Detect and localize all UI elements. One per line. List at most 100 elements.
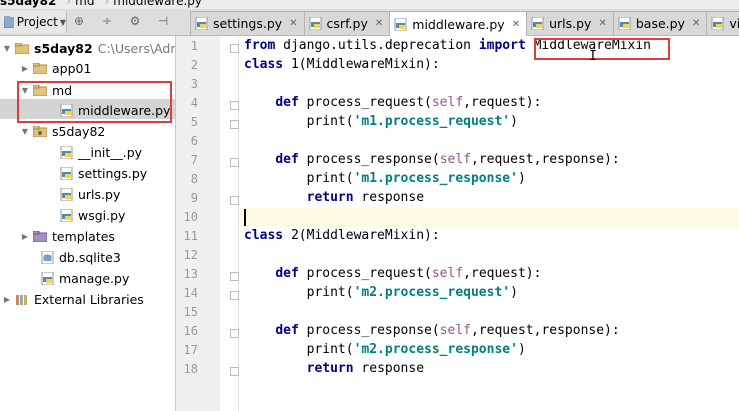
gear-icon[interactable]: ⚙ xyxy=(128,14,142,28)
tree-item-label: db.sqlite3 xyxy=(59,249,121,265)
chevron-down-icon: ▼ xyxy=(3,43,11,53)
line-number: 4 xyxy=(190,96,198,110)
breadcrumb-project[interactable]: s5day82 xyxy=(0,0,62,8)
line-number: 6 xyxy=(190,134,198,148)
collapse-icon[interactable]: ÷ xyxy=(100,14,114,28)
tree-item-label: __init__.py xyxy=(78,144,143,160)
fold-marker-icon[interactable] xyxy=(230,291,239,300)
tab-label: csrf.py xyxy=(326,16,368,31)
breadcrumb: s5day82 › md › middleware.py xyxy=(0,0,739,9)
code-line[interactable]: def process_response(self,request,respon… xyxy=(244,150,619,169)
libraries-icon xyxy=(16,294,27,305)
tree-item-label: s5day82 xyxy=(34,40,93,56)
breadcrumb-separator: › xyxy=(104,0,110,8)
project-view-selector[interactable]: Project ▼ xyxy=(0,11,67,33)
code-line[interactable]: class 2(MiddlewareMixin): xyxy=(244,226,440,245)
tree-item-wsgi[interactable]: wsgi.py xyxy=(60,205,125,225)
line-number: 16 xyxy=(183,324,198,338)
file-tabs: settings.py ✕ csrf.py ✕ middleware.py ✕ … xyxy=(190,11,739,36)
fold-marker-icon[interactable] xyxy=(230,272,239,281)
folder-icon xyxy=(33,62,47,74)
tree-item-urls[interactable]: urls.py xyxy=(60,184,120,204)
code-line[interactable]: print('m2.process_request') xyxy=(244,283,518,302)
fold-marker-icon[interactable] xyxy=(230,196,239,205)
database-file-icon xyxy=(41,250,54,264)
line-number: 15 xyxy=(183,305,198,319)
python-file-icon xyxy=(60,166,73,180)
tab-middleware[interactable]: middleware.py ✕ xyxy=(389,11,528,36)
hide-icon[interactable]: ⊣ xyxy=(156,14,170,28)
tree-item-s5day82-package[interactable]: ▼ s5day82 xyxy=(20,121,105,141)
python-file-icon xyxy=(60,145,73,159)
line-number: 18 xyxy=(183,362,198,376)
python-file-icon xyxy=(60,208,73,222)
highlight-box xyxy=(17,81,172,123)
tree-item-templates[interactable]: ▶ templates xyxy=(20,226,115,246)
line-number: 8 xyxy=(190,172,198,186)
fold-marker-icon[interactable] xyxy=(230,120,239,129)
code-line[interactable]: print('m2.process_response') xyxy=(244,340,526,359)
tree-item-label: manage.py xyxy=(59,270,130,286)
templates-folder-icon xyxy=(33,230,47,242)
tree-item-app01[interactable]: ▶ app01 xyxy=(20,58,92,78)
line-number: 11 xyxy=(183,229,198,243)
tree-item-label: s5day82 xyxy=(52,123,106,139)
chevron-right-icon: ▶ xyxy=(21,231,29,241)
fold-column xyxy=(220,36,239,411)
tree-item-manage[interactable]: manage.py xyxy=(41,268,129,288)
tree-item-init[interactable]: __init__.py xyxy=(60,142,142,162)
code-line[interactable]: return response xyxy=(244,188,424,207)
tab-label: middleware.py xyxy=(412,16,505,32)
line-number: 17 xyxy=(183,343,198,357)
tree-item-external-libraries[interactable]: ▶ External Libraries xyxy=(2,289,144,309)
python-file-icon xyxy=(41,271,54,285)
mouse-ibeam-cursor-icon: I xyxy=(589,49,597,64)
code-line[interactable]: class 1(MiddlewareMixin): xyxy=(244,55,440,74)
line-number: 3 xyxy=(190,77,198,91)
code-line[interactable]: print('m1.process_response') xyxy=(244,169,526,188)
line-number: 13 xyxy=(183,267,198,281)
line-number: 9 xyxy=(190,191,198,205)
breadcrumb-file[interactable]: middleware.py xyxy=(113,0,208,8)
tab-views[interactable]: view xyxy=(706,11,739,35)
python-file-icon xyxy=(309,17,322,30)
tab-label: view xyxy=(729,16,739,31)
tree-item-label: templates xyxy=(52,228,115,244)
line-number: 2 xyxy=(190,58,198,72)
close-icon[interactable]: ✕ xyxy=(692,18,700,29)
fold-marker-icon[interactable] xyxy=(230,44,239,53)
breadcrumb-folder[interactable]: md xyxy=(75,0,100,8)
code-line[interactable]: print('m1.process_request') xyxy=(244,112,518,131)
line-number: 12 xyxy=(183,248,198,262)
fold-marker-icon[interactable] xyxy=(230,158,239,167)
code-line[interactable]: def process_request(self,request): xyxy=(244,264,541,283)
tree-item-settings[interactable]: settings.py xyxy=(60,163,147,183)
tree-item-label: settings.py xyxy=(78,165,148,181)
close-icon[interactable]: ✕ xyxy=(598,18,606,29)
editor-tab-bar: Project ▼ ⊕ ÷ ⚙ ⊣ settings.py ✕ csrf.py … xyxy=(0,9,739,36)
tree-item-project-root[interactable]: ▼ s5day82 C:\Users\Adm xyxy=(2,38,175,58)
python-file-icon xyxy=(394,17,407,31)
tab-csrf[interactable]: csrf.py ✕ xyxy=(303,11,391,35)
breadcrumb-separator: › xyxy=(66,0,72,8)
code-line[interactable]: return response xyxy=(244,359,424,378)
code-line[interactable]: def process_request(self,request): xyxy=(244,93,541,112)
tab-base[interactable]: base.py ✕ xyxy=(612,11,708,35)
package-folder-icon xyxy=(33,125,47,137)
line-number: 5 xyxy=(190,115,198,129)
close-icon[interactable]: ✕ xyxy=(289,18,297,29)
tree-item-db[interactable]: db.sqlite3 xyxy=(41,247,121,267)
close-icon[interactable]: ✕ xyxy=(512,19,520,30)
target-icon[interactable]: ⊕ xyxy=(72,14,86,28)
fold-marker-icon[interactable] xyxy=(230,329,239,338)
text-caret xyxy=(244,209,246,226)
fold-marker-icon[interactable] xyxy=(230,101,239,110)
tree-item-label: app01 xyxy=(52,60,92,76)
code-line[interactable]: def process_response(self,request,respon… xyxy=(244,321,619,340)
python-file-icon xyxy=(531,17,544,30)
close-icon[interactable]: ✕ xyxy=(375,18,383,29)
fold-marker-icon[interactable] xyxy=(230,367,239,376)
tab-settings[interactable]: settings.py ✕ xyxy=(190,11,305,35)
tab-urls[interactable]: urls.py ✕ xyxy=(526,11,614,35)
highlight-box xyxy=(534,38,670,60)
